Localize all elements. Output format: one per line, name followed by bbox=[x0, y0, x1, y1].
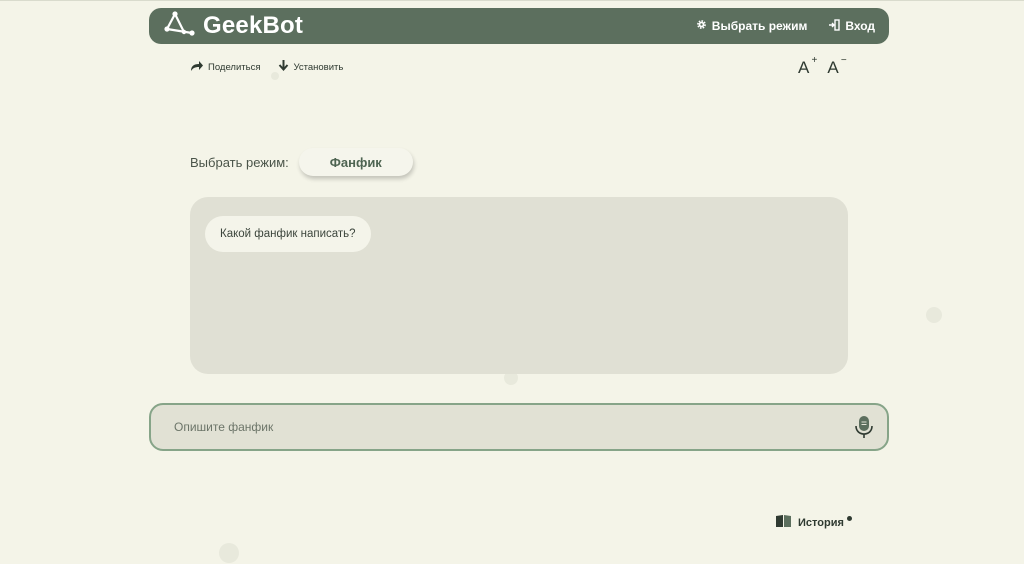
mode-menu-label: Выбрать режим bbox=[711, 19, 808, 33]
history-label: История bbox=[798, 515, 852, 529]
download-arrow-icon bbox=[278, 60, 289, 75]
share-button[interactable]: Поделиться bbox=[190, 60, 260, 75]
login-door-icon bbox=[829, 18, 841, 34]
chat-panel: Какой фанфик написать? bbox=[190, 197, 848, 374]
mode-label: Выбрать режим: bbox=[190, 154, 289, 170]
toolbar: Поделиться Установить bbox=[190, 60, 343, 75]
prompt-input[interactable] bbox=[172, 419, 853, 435]
share-arrow-icon bbox=[190, 60, 204, 75]
logo[interactable]: GeekBot bbox=[163, 10, 303, 43]
book-icon bbox=[775, 514, 792, 531]
geekbot-logo-icon bbox=[163, 10, 195, 43]
font-size-controls: A + A − bbox=[798, 55, 847, 78]
app-header: GeekBot Выбрать режим Вход bbox=[149, 8, 889, 44]
login-label: Вход bbox=[845, 19, 875, 33]
install-label: Установить bbox=[293, 62, 344, 73]
history-button[interactable]: История bbox=[775, 514, 852, 531]
font-increase-button[interactable]: A + bbox=[798, 55, 817, 78]
decor-circle bbox=[926, 307, 942, 323]
mode-menu-button[interactable]: Выбрать режим bbox=[696, 19, 808, 33]
gear-icon bbox=[696, 19, 707, 33]
decor-circle bbox=[219, 543, 239, 563]
login-button[interactable]: Вход bbox=[829, 18, 875, 34]
top-divider bbox=[0, 0, 1024, 1]
app-title: GeekBot bbox=[203, 12, 304, 39]
font-decrease-button[interactable]: A − bbox=[827, 55, 846, 78]
microphone-icon[interactable] bbox=[853, 414, 875, 440]
mode-dropdown[interactable]: Фанфик bbox=[298, 148, 413, 176]
share-label: Поделиться bbox=[208, 62, 261, 73]
prompt-input-container bbox=[149, 403, 889, 451]
install-button[interactable]: Установить bbox=[278, 60, 343, 75]
bot-message: Какой фанфик написать? bbox=[205, 216, 371, 252]
notification-dot bbox=[846, 515, 852, 521]
mode-selector: Выбрать режим: Фанфик bbox=[190, 148, 413, 176]
